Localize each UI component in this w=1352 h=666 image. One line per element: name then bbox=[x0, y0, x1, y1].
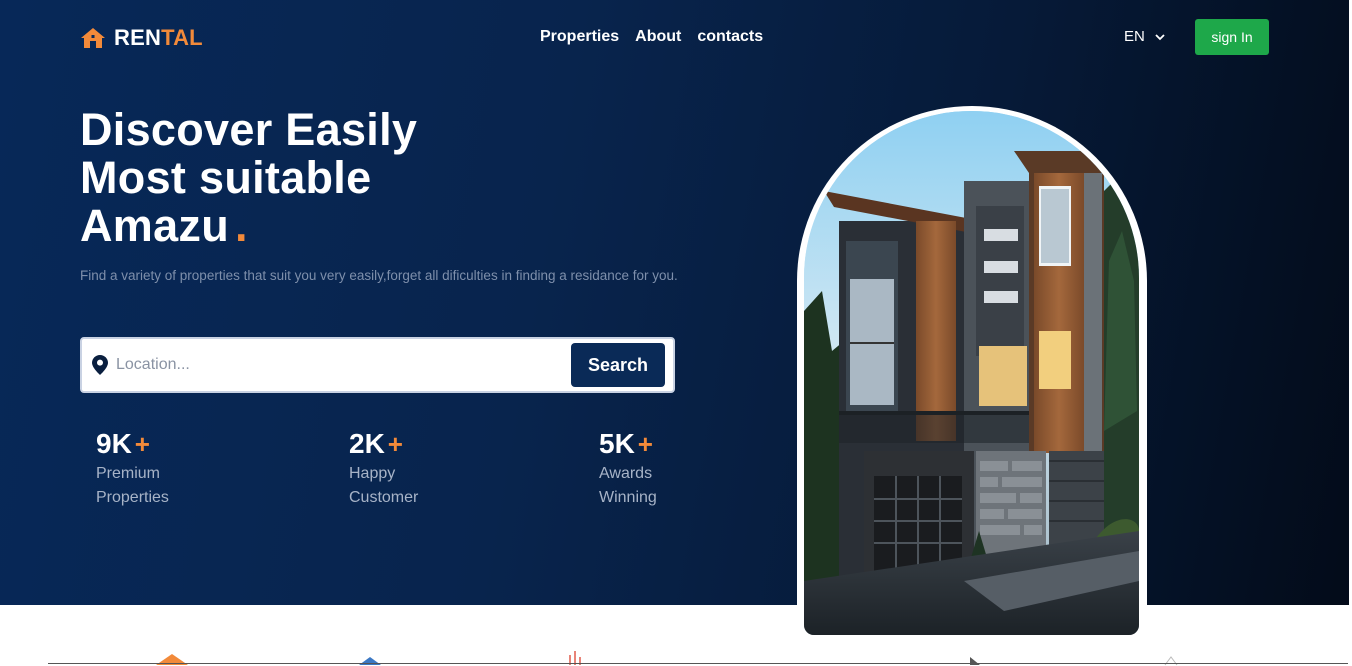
hero-title-line-3: Amazu. bbox=[80, 202, 417, 250]
stat-label-line2: Properties bbox=[96, 489, 169, 506]
hero-section: RENTAL Properties About contacts EN sign… bbox=[0, 0, 1352, 605]
stat-value: 2K bbox=[349, 428, 385, 459]
logo[interactable]: RENTAL bbox=[80, 25, 203, 51]
stat-label-line2: Winning bbox=[599, 489, 657, 506]
hero-subtitle: Find a variety of properties that suit y… bbox=[80, 268, 678, 283]
map-pin-icon bbox=[92, 355, 108, 375]
stat-value: 5K bbox=[599, 428, 635, 459]
logo-text-part1: REN bbox=[114, 25, 162, 50]
hero-title-line-1: Discover Easily bbox=[80, 104, 418, 155]
stat-value-row: 5K + bbox=[599, 428, 657, 460]
category-icons-row bbox=[156, 651, 1178, 666]
hero-title-line-2: Most suitable bbox=[80, 152, 372, 203]
stat-value-row: 9K + bbox=[96, 428, 169, 460]
stat-value: 9K bbox=[96, 428, 132, 459]
language-selector[interactable]: EN bbox=[1124, 28, 1165, 45]
stat-plus: + bbox=[637, 429, 653, 459]
hero-title-line-3-text: Amazu bbox=[80, 200, 230, 251]
stat-plus: + bbox=[134, 429, 150, 459]
stat-happy-customer: 2K + Happy Customer bbox=[349, 428, 418, 510]
main-nav: Properties About contacts bbox=[540, 28, 763, 46]
stat-premium-properties: 9K + Premium Properties bbox=[96, 428, 169, 510]
stat-label-line1: Awards bbox=[599, 465, 653, 482]
stat-awards-winning: 5K + Awards Winning bbox=[599, 428, 657, 510]
logo-text: RENTAL bbox=[114, 25, 203, 51]
divider bbox=[48, 663, 1348, 664]
bottom-section bbox=[0, 605, 1352, 666]
nav-link-properties[interactable]: Properties bbox=[540, 28, 619, 46]
house-image bbox=[804, 111, 1139, 635]
stat-label-line1: Happy bbox=[349, 465, 396, 482]
stat-plus: + bbox=[387, 429, 403, 459]
language-label: EN bbox=[1124, 28, 1145, 45]
nav-link-about[interactable]: About bbox=[635, 28, 681, 46]
hero-title: Discover Easily Most suitable Amazu. bbox=[80, 106, 417, 250]
location-input[interactable] bbox=[116, 356, 571, 374]
search-button[interactable]: Search bbox=[571, 343, 665, 387]
stat-value-row: 2K + bbox=[349, 428, 418, 460]
house-illustration bbox=[804, 111, 1139, 635]
sign-in-button[interactable]: sign In bbox=[1195, 19, 1269, 55]
nav-link-contacts[interactable]: contacts bbox=[697, 28, 763, 46]
stat-label-line1: Premium bbox=[96, 465, 161, 482]
location-search-bar: Search bbox=[80, 337, 675, 393]
logo-text-part2: TAL bbox=[161, 25, 203, 50]
stat-label-line2: Customer bbox=[349, 489, 419, 506]
hero-title-dot: . bbox=[235, 200, 248, 251]
house-icon bbox=[81, 28, 105, 48]
chevron-down-icon bbox=[1155, 33, 1165, 40]
